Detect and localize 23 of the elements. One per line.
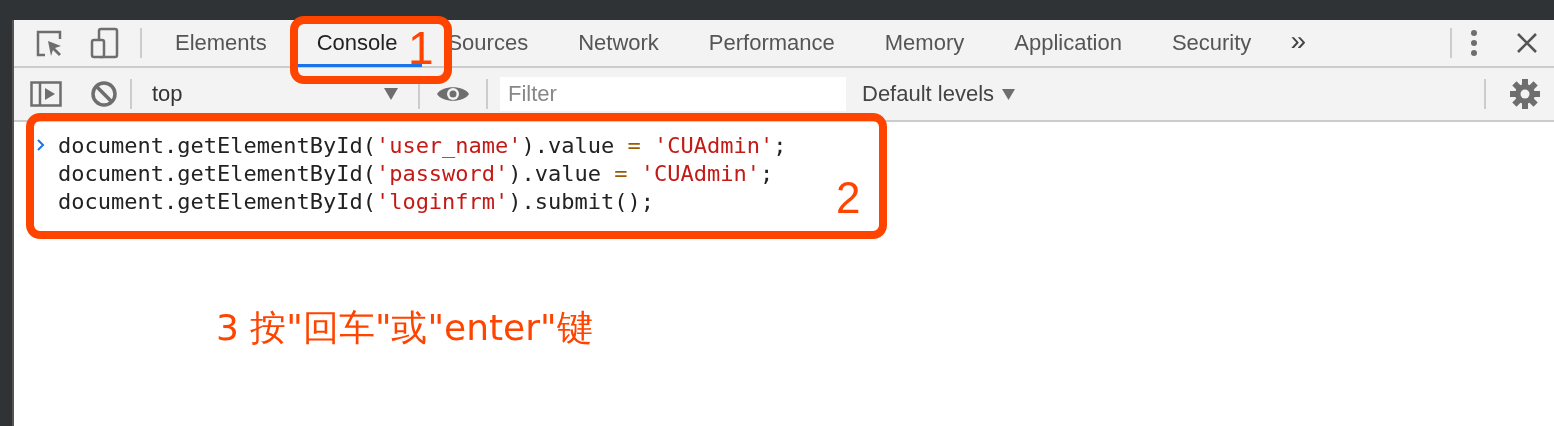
filter-field[interactable]: Filter (500, 77, 846, 111)
device-toolbar-icon[interactable] (90, 27, 120, 59)
close-icon[interactable] (1516, 32, 1538, 54)
tab[interactable]: Network (553, 21, 684, 67)
tab[interactable]: Application (989, 21, 1147, 67)
inspect-icon[interactable] (34, 28, 64, 58)
levels-dropdown[interactable]: Default levels (856, 80, 1022, 108)
dropdown-arrow-icon (1002, 88, 1016, 100)
dropdown-arrow-icon (384, 88, 398, 100)
tab[interactable]: Memory (859, 21, 990, 67)
tab[interactable]: Security (1146, 21, 1277, 67)
clear-console-icon[interactable] (90, 80, 118, 108)
tab[interactable]: Elements (150, 21, 292, 67)
more-options-icon[interactable] (1470, 29, 1478, 57)
sidebar-toggle-icon[interactable] (30, 81, 62, 107)
callout-number: 2 (836, 176, 861, 220)
console-input[interactable]: document.getElementById('user_name').value = 'CUAdmin'; document.getElementById('password').value = 'CUAdmin'; document.getElementById('loginfrm').submit(); (58, 132, 787, 216)
prompt-icon[interactable] (36, 138, 46, 152)
instruction-text: 3 按"回车"或"enter"键 (216, 306, 593, 350)
tab[interactable]: Performance (683, 21, 860, 67)
more-tabs-button[interactable]: » (1280, 25, 1316, 61)
settings-icon[interactable] (1510, 79, 1540, 109)
context-select[interactable]: top (144, 81, 406, 107)
